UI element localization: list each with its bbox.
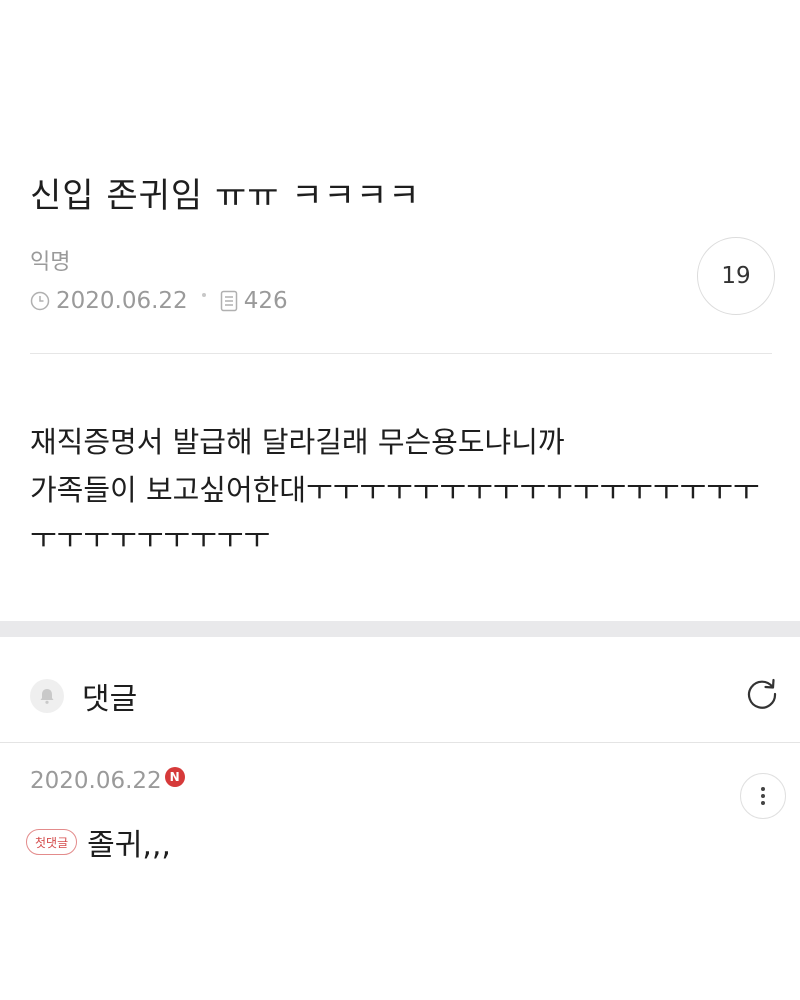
post-body: 재직증명서 발급해 달라길래 무슨용도냐니까 가족들이 보고싶어한대ㅜㅜㅜㅜㅜㅜ… <box>30 418 775 562</box>
comments-header: 댓글 <box>30 668 790 724</box>
bell-icon <box>40 689 54 704</box>
comment-meta: 2020.06.22 N <box>30 767 185 794</box>
first-comment-badge: 첫댓글 <box>26 829 78 855</box>
new-badge: N <box>164 767 185 787</box>
post-meta: 2020.06.22 426 <box>30 286 288 316</box>
divider <box>30 353 772 354</box>
post-author: 익명 <box>30 250 71 275</box>
comment-item: 첫댓글 졸귀,,, <box>26 820 171 864</box>
comment-date: 2020.06.22 <box>30 768 162 794</box>
post-views: 426 <box>243 288 288 314</box>
post-body-line: 가족들이 보고싶어한대ㅜㅜㅜㅜㅜㅜㅜㅜㅜㅜㅜㅜㅜㅜㅜㅜㅜ <box>30 473 760 507</box>
divider <box>0 742 800 743</box>
more-vertical-icon <box>761 787 765 805</box>
post-body-line: 재직증명서 발급해 달라길래 무슨용도냐니까 <box>30 425 565 459</box>
comments-title: 댓글 <box>82 682 138 717</box>
section-separator <box>0 621 800 637</box>
post-title: 신입 존귀임 ㅠㅠ ㅋㅋㅋㅋ <box>30 176 421 216</box>
document-icon <box>220 290 237 312</box>
post-date: 2020.06.22 <box>56 288 188 314</box>
comment-count-button[interactable]: 19 <box>697 237 775 315</box>
comment-text: 졸귀,,, <box>87 828 171 863</box>
post-body-line: ㅜㅜㅜㅜㅜㅜㅜㅜㅜ <box>30 521 271 555</box>
clock-icon <box>30 291 50 311</box>
meta-separator <box>201 293 206 297</box>
bell-button[interactable] <box>30 679 64 713</box>
refresh-icon[interactable] <box>742 674 782 714</box>
more-options-button[interactable] <box>740 773 786 819</box>
